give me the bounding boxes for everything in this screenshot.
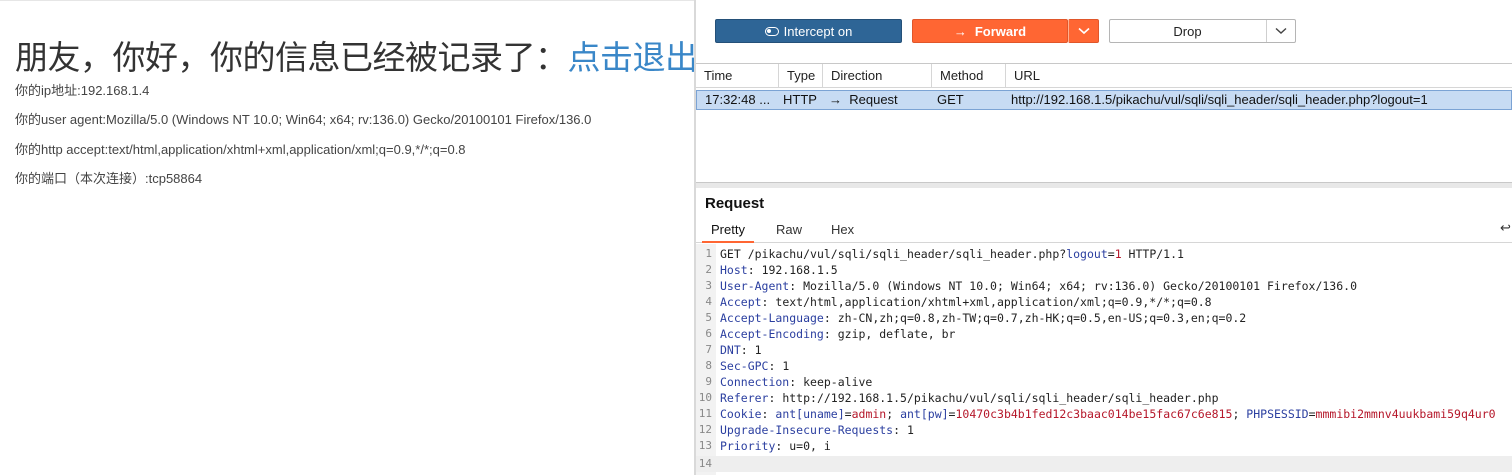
header-name: Accept-Encoding bbox=[720, 327, 824, 341]
cell-method: GET bbox=[937, 92, 964, 107]
tab-hex[interactable]: Hex bbox=[822, 218, 863, 243]
header-name: Upgrade-Insecure-Requests bbox=[720, 423, 894, 437]
headline-text: 朋友，你好，你的信息已经被记录了： bbox=[15, 38, 568, 77]
cookie-value: 10470c3b4b1fed12c3baac014be15fac67c6e815 bbox=[955, 407, 1233, 421]
col-url[interactable]: URL bbox=[1006, 64, 1512, 88]
header-value: keep-alive bbox=[796, 375, 873, 389]
code-line: 5 Accept-Language: zh-CN,zh;q=0.8,zh-TW;… bbox=[705, 311, 1247, 325]
forward-label: Forward bbox=[974, 23, 1027, 39]
intercept-label: Intercept on bbox=[783, 23, 853, 39]
code-line-current[interactable]: 14 bbox=[696, 456, 1512, 472]
port-info: 你的端口（本次连接）:tcp58864 bbox=[15, 171, 203, 186]
code-line: 4 Accept: text/html,application/xhtml+xm… bbox=[705, 295, 1212, 309]
cookie-value: admin bbox=[851, 407, 887, 421]
header-name: Host bbox=[720, 263, 748, 277]
header-value: text/html,application/xhtml+xml,applicat… bbox=[768, 295, 1212, 309]
proxy-panel: Intercept on → Forward Drop Time Type Di… bbox=[696, 0, 1512, 475]
request-path: /pikachu/vul/sqli/sqli_header/sqli_heade… bbox=[740, 247, 1067, 261]
wrap-lines-icon[interactable]: ↩ bbox=[1500, 220, 1512, 236]
page-headline: 朋友，你好，你的信息已经被记录了：点击退出 bbox=[15, 31, 698, 79]
header-name: Connection bbox=[720, 375, 790, 389]
tab-pretty[interactable]: Pretty bbox=[702, 218, 754, 243]
code-line: 7 DNT: 1 bbox=[705, 343, 762, 357]
code-line: 1 GET /pikachu/vul/sqli/sqli_header/sqli… bbox=[705, 247, 1184, 261]
col-direction[interactable]: Direction bbox=[823, 64, 932, 88]
header-name: DNT bbox=[720, 343, 741, 357]
header-name: Referer bbox=[720, 391, 769, 405]
intercept-toggle-button[interactable]: Intercept on bbox=[715, 19, 902, 43]
drop-options-button[interactable] bbox=[1270, 22, 1292, 40]
arrow-right-icon: → bbox=[953, 23, 967, 39]
drop-label: Drop bbox=[1173, 23, 1202, 39]
header-value: 1 bbox=[775, 359, 790, 373]
cookie-key: ant[uname] bbox=[775, 407, 845, 421]
chevron-down-icon bbox=[1077, 27, 1090, 35]
header-value: u=0, i bbox=[782, 439, 831, 453]
cell-url: http://192.168.1.5/pikachu/vul/sqli/sqli… bbox=[1011, 92, 1428, 107]
toggle-icon bbox=[764, 26, 779, 36]
drop-button[interactable]: Drop bbox=[1109, 19, 1296, 43]
forward-options-button[interactable] bbox=[1068, 19, 1099, 43]
header-name: Accept-Language bbox=[720, 311, 824, 325]
direction-label: Request bbox=[849, 92, 898, 107]
cell-direction: → Request bbox=[821, 91, 931, 109]
tab-raw[interactable]: Raw bbox=[767, 218, 811, 243]
code-line: 2 Host: 192.168.1.5 bbox=[705, 263, 838, 277]
code-line: 12 Upgrade-Insecure-Requests: 1 bbox=[698, 423, 914, 437]
header-value: Mozilla/5.0 (Windows NT 10.0; Win64; x64… bbox=[796, 279, 1357, 293]
proxy-toolbar: Intercept on → Forward Drop bbox=[696, 0, 1512, 62]
col-type[interactable]: Type bbox=[779, 64, 823, 88]
http-method: GET bbox=[720, 247, 741, 261]
forward-button[interactable]: → Forward bbox=[912, 19, 1068, 43]
query-param-name: logout bbox=[1066, 247, 1108, 261]
code-line: 8 Sec-GPC: 1 bbox=[705, 359, 790, 373]
arrow-right-icon: → bbox=[829, 92, 842, 107]
header-value: 1 bbox=[900, 423, 914, 437]
header-value: gzip, deflate, br bbox=[830, 327, 956, 341]
header-name: Cookie bbox=[720, 407, 762, 421]
intercept-queue-table: Time Type Direction Method URL 17:32:48 … bbox=[696, 63, 1512, 183]
header-name: Accept bbox=[720, 295, 762, 309]
header-name: Sec-GPC bbox=[720, 359, 769, 373]
code-line: 3 User-Agent: Mozilla/5.0 (Windows NT 10… bbox=[705, 279, 1357, 293]
header-value: 192.168.1.5 bbox=[754, 263, 838, 277]
cell-time: 17:32:48 ... bbox=[705, 92, 771, 107]
col-time[interactable]: Time bbox=[696, 64, 779, 88]
header-value: http://192.168.1.5/pikachu/vul/sqli/sqli… bbox=[775, 391, 1219, 405]
code-line: 11 Cookie: ant[uname]=admin; ant[pw]=104… bbox=[698, 407, 1496, 421]
header-value: zh-CN,zh;q=0.8,zh-TW;q=0.7,zh-HK;q=0.5,e… bbox=[830, 311, 1247, 325]
cookie-key: PHPSESSID bbox=[1246, 407, 1309, 421]
code-line: 6 Accept-Encoding: gzip, deflate, br bbox=[705, 327, 956, 341]
split-handle[interactable] bbox=[696, 183, 1512, 188]
request-editor[interactable]: 1 GET /pikachu/vul/sqli/sqli_header/sqli… bbox=[696, 244, 1512, 475]
col-method[interactable]: Method bbox=[932, 64, 1006, 88]
code-line: 9 Connection: keep-alive bbox=[705, 375, 873, 389]
query-param-value: 1 bbox=[1114, 247, 1122, 261]
table-row[interactable]: 17:32:48 ... HTTP → Request GET http://1… bbox=[696, 90, 1512, 110]
request-title: Request bbox=[705, 195, 765, 212]
user-agent-info: 你的user agent:Mozilla/5.0 (Windows NT 10.… bbox=[15, 112, 592, 127]
table-header: Time Type Direction Method URL bbox=[696, 64, 1512, 88]
cookie-value: mmmibi2mmnv4uukbami59q4ur0 bbox=[1315, 407, 1496, 421]
cookie-key: ant[pw] bbox=[900, 407, 949, 421]
http-accept-info: 你的http accept:text/html,application/xhtm… bbox=[15, 142, 466, 157]
logout-link[interactable]: 点击退出 bbox=[568, 38, 699, 77]
drop-separator bbox=[1266, 20, 1267, 42]
cell-type: HTTP bbox=[783, 92, 817, 107]
ip-info: 你的ip地址:192.168.1.4 bbox=[15, 83, 150, 98]
header-name: Priority bbox=[720, 439, 776, 453]
request-tabs: Pretty Raw Hex bbox=[696, 218, 1512, 243]
code-line: 13 Priority: u=0, i bbox=[698, 439, 831, 453]
browser-page: 朋友，你好，你的信息已经被记录了：点击退出 你的ip地址:192.168.1.4… bbox=[0, 0, 698, 475]
chevron-down-icon bbox=[1275, 27, 1287, 34]
http-protocol: HTTP/1.1 bbox=[1121, 247, 1184, 261]
header-name: User-Agent bbox=[720, 279, 790, 293]
header-value: 1 bbox=[747, 343, 762, 357]
code-line: 10 Referer: http://192.168.1.5/pikachu/v… bbox=[698, 391, 1219, 405]
